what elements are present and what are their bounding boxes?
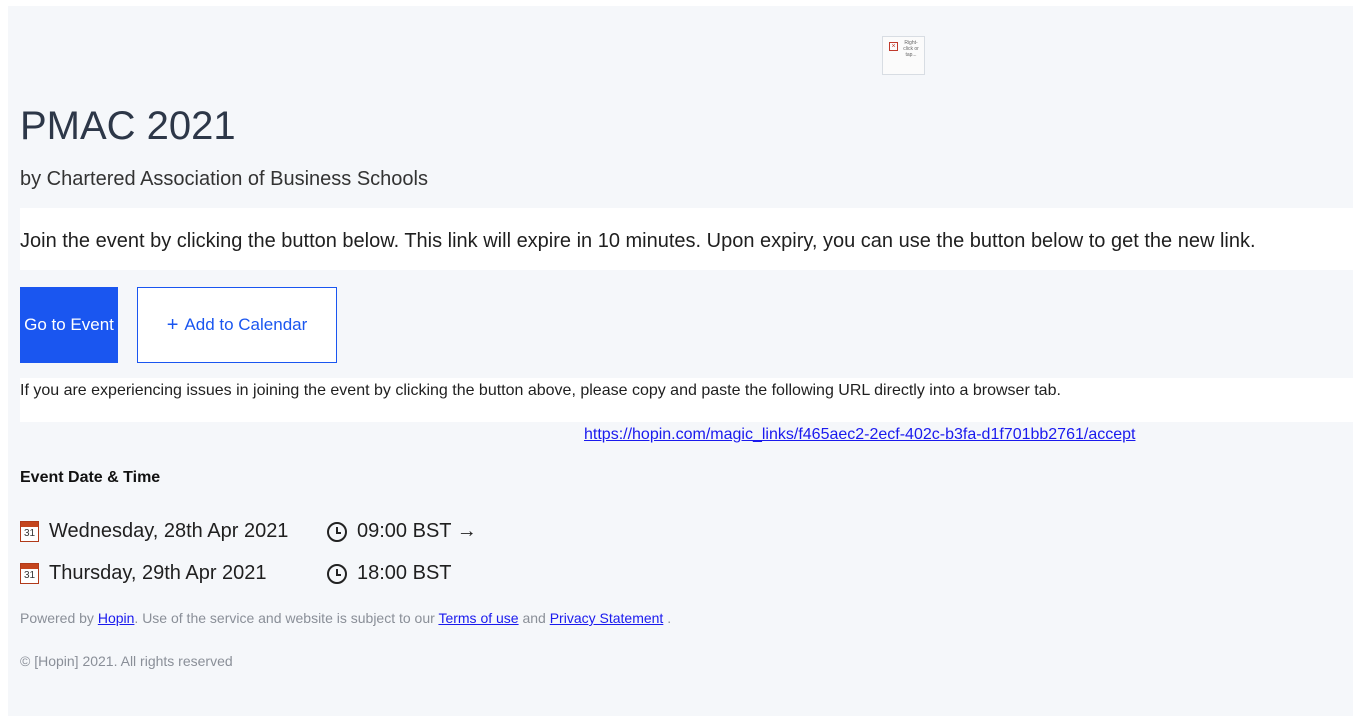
privacy-statement-link[interactable]: Privacy Statement — [550, 610, 664, 626]
calendar-icon: 31 — [20, 521, 39, 542]
add-to-calendar-button[interactable]: + Add to Calendar — [137, 287, 337, 363]
end-date: Thursday, 29th Apr 2021 — [49, 562, 267, 584]
event-title: PMAC 2021 — [20, 104, 236, 148]
start-date: Wednesday, 28th Apr 2021 — [49, 520, 289, 542]
magic-link[interactable]: https://hopin.com/magic_links/f465aec2-2… — [584, 426, 1135, 444]
go-to-event-button[interactable]: Go to Event — [20, 287, 118, 363]
copyright-text: © [Hopin] 2021. All rights reserved — [20, 653, 233, 669]
end-datetime-row: 31 Thursday, 29th Apr 2021 18:00 BST — [20, 562, 452, 585]
add-to-calendar-label: Add to Calendar — [184, 315, 308, 334]
start-time: 09:00 BST → — [357, 520, 477, 542]
start-datetime-row: 31 Wednesday, 28th Apr 2021 09:00 BST → — [20, 520, 477, 543]
hopin-link[interactable]: Hopin — [98, 610, 135, 626]
join-instructions: Join the event by clicking the button be… — [20, 230, 1256, 252]
end-time: 18:00 BST — [357, 562, 452, 584]
image-alt-text: Right-click or tap... — [903, 40, 919, 58]
broken-image-placeholder[interactable]: × Right-click or tap... — [882, 36, 925, 75]
broken-image-icon: × — [889, 42, 898, 51]
event-organizer: by Chartered Association of Business Sch… — [20, 168, 428, 190]
clock-icon — [327, 563, 347, 584]
plus-icon: + — [166, 313, 179, 336]
date-time-heading: Event Date & Time — [20, 469, 161, 486]
calendar-icon: 31 — [20, 563, 39, 584]
clock-icon — [327, 521, 347, 542]
powered-by-footer: Powered by Hopin. Use of the service and… — [20, 610, 672, 626]
issue-instructions: If you are experiencing issues in joinin… — [20, 382, 1061, 399]
terms-of-use-link[interactable]: Terms of use — [438, 610, 518, 626]
